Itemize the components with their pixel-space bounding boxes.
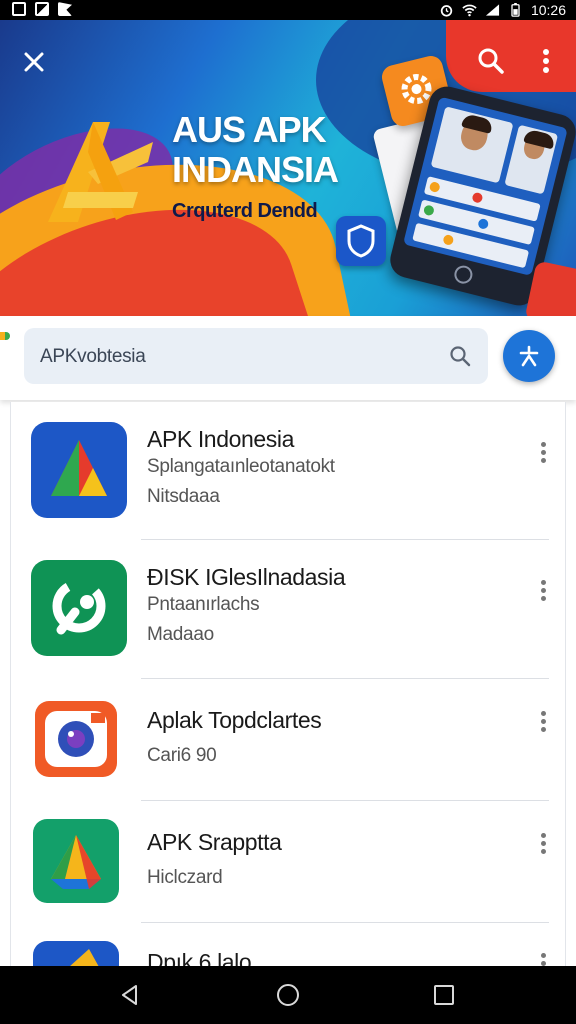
item-title: APK Indonesia xyxy=(147,426,294,452)
search-input[interactable]: APKvobtesia xyxy=(24,328,488,384)
banner-title: AUS APK INDANSIA xyxy=(172,110,392,190)
list-item[interactable]: APK Indonesia Splangataınleotanatokt Nit… xyxy=(11,402,565,540)
search-query: APKvobtesia xyxy=(40,346,146,367)
item-subtitle: Hiclczard xyxy=(147,867,223,888)
banner-title-line: AUS APK xyxy=(172,109,327,150)
battery-icon xyxy=(511,3,520,17)
item-subtitle: Pntaanırlachs xyxy=(147,594,260,615)
more-vertical-icon[interactable] xyxy=(539,711,547,733)
list-item[interactable]: APK Srapptta Hiclczard xyxy=(11,801,565,923)
recents-icon[interactable] xyxy=(432,983,456,1007)
more-vertical-icon[interactable] xyxy=(539,833,547,855)
shield-icon xyxy=(336,216,386,266)
drive-logo-icon xyxy=(33,819,119,903)
item-subtitle: Cari6 90 xyxy=(147,745,217,766)
flag-icon xyxy=(58,2,72,16)
more-vertical-icon[interactable] xyxy=(539,442,547,464)
item-subtitle: Splangataınleotanatokt xyxy=(147,456,335,477)
alarm-icon xyxy=(440,5,453,17)
list-item[interactable]: Dpık 6 lalo xyxy=(11,923,565,966)
back-icon[interactable] xyxy=(118,983,142,1007)
more-vertical-icon[interactable] xyxy=(539,580,547,602)
search-area: APKvobtesia xyxy=(0,316,576,400)
list-item[interactable]: ÐISK IGlesIlnadasia Pntaanırlachs Madaao xyxy=(11,540,565,678)
action-icon xyxy=(519,345,539,367)
more-vertical-icon[interactable] xyxy=(534,44,558,78)
item-meta: Madaao xyxy=(147,624,214,645)
more-vertical-icon[interactable] xyxy=(539,953,547,966)
item-title: Dpık 6 lalo xyxy=(147,949,252,966)
edge-marker xyxy=(0,332,10,340)
banner-title-line: INDANSIA xyxy=(172,149,339,190)
item-meta: Nitsdaaa xyxy=(147,486,220,507)
app-logo-icon xyxy=(48,122,153,222)
close-icon[interactable] xyxy=(18,46,50,78)
app-list: APK Indonesia Splangataınleotanatokt Nit… xyxy=(10,402,566,966)
list-item[interactable]: Aplak Topdclartes Cari6 90 xyxy=(11,679,565,801)
item-title: APK Srapptta xyxy=(147,829,282,855)
action-button[interactable] xyxy=(503,330,555,382)
camera-logo-icon xyxy=(35,701,117,777)
search-icon[interactable] xyxy=(474,44,508,78)
partial-logo-icon xyxy=(33,941,119,966)
clock-text: 10:26 xyxy=(530,2,566,18)
app-screen: 10:26 AUS APK INDANSIA Crquterd Dendd AP… xyxy=(0,0,576,1024)
home-icon[interactable] xyxy=(276,983,300,1007)
status-bar: 10:26 xyxy=(0,0,576,20)
triangle-logo-icon xyxy=(31,422,127,518)
banner-subtitle: Crquterd Dendd xyxy=(172,200,318,222)
wifi-icon xyxy=(462,4,477,17)
search-icon[interactable] xyxy=(448,344,472,368)
image-icon xyxy=(35,2,49,16)
home-button-icon xyxy=(452,263,475,286)
system-nav-bar xyxy=(0,966,576,1024)
photo-icon xyxy=(12,2,26,16)
profile-card xyxy=(430,106,514,184)
profile-card xyxy=(504,124,559,195)
hero-banner: AUS APK INDANSIA Crquterd Dendd xyxy=(0,20,576,316)
item-title: Aplak Topdclartes xyxy=(147,707,322,733)
swirl-logo-icon xyxy=(31,560,127,656)
signal-icon xyxy=(485,4,500,16)
item-title: ÐISK IGlesIlnadasia xyxy=(147,564,346,590)
